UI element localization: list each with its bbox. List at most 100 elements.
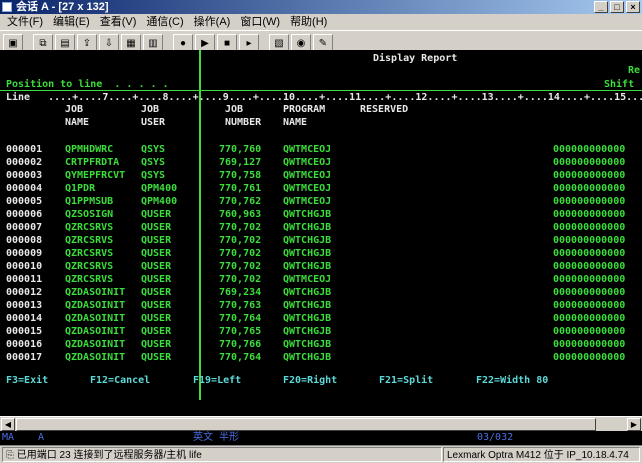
- col-header-reserved: RESERVED: [360, 104, 409, 115]
- col-header-job-name-1: JOB: [65, 104, 84, 115]
- row-line-number: 000011: [6, 274, 43, 285]
- row-reserved-data: 000000000000: [553, 313, 626, 324]
- fkey-f21[interactable]: F21=Split: [379, 375, 433, 387]
- row-program-name: QWTCHGJB: [283, 248, 332, 259]
- row-job-name: QZDASOINIT: [65, 313, 126, 324]
- fkey-f19[interactable]: F19=Left: [193, 375, 241, 387]
- fkey-f20[interactable]: F20=Right: [283, 375, 337, 387]
- row-program-name: QWTMCEOJ: [283, 170, 332, 181]
- row-job-number: 769,234: [219, 287, 262, 298]
- fkey-f3[interactable]: F3=Exit: [6, 375, 48, 387]
- col-header-program-1: PROGRAM: [283, 104, 326, 115]
- row-job-name: QZDASOINIT: [65, 300, 126, 311]
- row-reserved-data: 000000000000: [553, 287, 626, 298]
- menu-help[interactable]: 帮助(H): [285, 14, 332, 30]
- row-reserved-data: 000000000000: [553, 157, 626, 168]
- row-line-number: 000006: [6, 209, 43, 220]
- row-job-user: QUSER: [141, 326, 172, 337]
- row-job-number: 770,702: [219, 261, 262, 272]
- status-bar: ⎘ 已用端口 23 连接到了远程服务器/主机 life Lexmark Optr…: [0, 445, 642, 463]
- row-line-number: 000012: [6, 287, 43, 298]
- row-reserved-data: 000000000000: [553, 196, 626, 207]
- row-reserved-data: 000000000000: [553, 261, 626, 272]
- row-job-name: QZDASOINIT: [65, 339, 126, 350]
- menu-file[interactable]: 文件(F): [2, 14, 48, 30]
- row-job-number: 770,762: [219, 196, 262, 207]
- row-program-name: QWTCHGJB: [283, 287, 332, 298]
- terminal-screen[interactable]: Display Report Re Position to line . . .…: [0, 50, 642, 416]
- row-job-name: CRTPFRDTA: [65, 157, 120, 168]
- row-reserved-data: 000000000000: [553, 144, 626, 155]
- row-job-number: 770,761: [219, 183, 262, 194]
- status-message: 已用端口 23 连接到了远程服务器/主机 life: [16, 450, 202, 461]
- row-job-user: QSYS: [141, 170, 166, 181]
- row-line-number: 000016: [6, 339, 43, 350]
- row-job-name: QZRCSRVS: [65, 261, 114, 272]
- row-program-name: QWTCHGJB: [283, 339, 332, 350]
- row-job-name: QZRCSRVS: [65, 248, 114, 259]
- oia-mode: A: [38, 432, 45, 443]
- row-job-user: QUSER: [141, 235, 172, 246]
- row-reserved-data: 000000000000: [553, 274, 626, 285]
- row-line-number: 000003: [6, 170, 43, 181]
- col-header-program-2: NAME: [283, 117, 308, 128]
- row-job-user: QUSER: [141, 261, 172, 272]
- row-line-number: 000004: [6, 183, 43, 194]
- oia-ma: MA: [2, 432, 15, 443]
- row-line-number: 000017: [6, 352, 43, 363]
- close-button[interactable]: ×: [626, 1, 640, 13]
- row-reserved-data: 000000000000: [553, 235, 626, 246]
- row-line-number: 000009: [6, 248, 43, 259]
- menu-actions[interactable]: 操作(A): [189, 14, 236, 30]
- report-title-right: Re: [628, 65, 641, 76]
- row-job-number: 770,702: [219, 222, 262, 233]
- fkey-f12[interactable]: F12=Cancel: [90, 375, 150, 387]
- menu-edit[interactable]: 编辑(E): [48, 14, 95, 30]
- row-reserved-data: 000000000000: [553, 209, 626, 220]
- row-line-number: 000010: [6, 261, 43, 272]
- col-header-job-number-2: NUMBER: [225, 117, 262, 128]
- row-program-name: QWTCHGJB: [283, 235, 332, 246]
- row-job-number: 770,764: [219, 352, 262, 363]
- row-job-user: QUSER: [141, 352, 172, 363]
- row-line-number: 000007: [6, 222, 43, 233]
- menu-view[interactable]: 查看(V): [95, 14, 142, 30]
- horizontal-scrollbar[interactable]: ◀ ▶: [0, 416, 642, 431]
- menu-window[interactable]: 窗口(W): [235, 14, 285, 30]
- row-job-number: 770,758: [219, 170, 262, 181]
- row-line-number: 000013: [6, 300, 43, 311]
- app-icon: [2, 2, 12, 12]
- row-job-number: 770,765: [219, 326, 262, 337]
- row-job-name: Q1PPMSUB: [65, 196, 114, 207]
- row-job-name: Q1PDR: [65, 183, 96, 194]
- row-reserved-data: 000000000000: [553, 248, 626, 259]
- row-job-user: QUSER: [141, 209, 172, 220]
- row-job-user: QUSER: [141, 300, 172, 311]
- row-job-name: QYMEPFRCVT: [65, 170, 126, 181]
- row-reserved-data: 000000000000: [553, 352, 626, 363]
- row-job-name: QZRCSRVS: [65, 222, 114, 233]
- row-reserved-data: 000000000000: [553, 339, 626, 350]
- fkey-f22[interactable]: F22=Width 80: [476, 375, 548, 387]
- maximize-button[interactable]: □: [610, 1, 624, 13]
- scroll-left-icon[interactable]: ◀: [1, 418, 15, 431]
- row-line-number: 000001: [6, 144, 43, 155]
- row-reserved-data: 000000000000: [553, 183, 626, 194]
- row-job-number: 770,702: [219, 274, 262, 285]
- scroll-thumb[interactable]: [16, 418, 596, 431]
- row-job-user: QUSER: [141, 339, 172, 350]
- row-job-name: QZRCSRVS: [65, 274, 114, 285]
- menu-communication[interactable]: 通信(C): [141, 14, 188, 30]
- row-program-name: QWTMCEOJ: [283, 157, 332, 168]
- row-job-user: QUSER: [141, 274, 172, 285]
- row-reserved-data: 000000000000: [553, 300, 626, 311]
- row-program-name: QWTCHGJB: [283, 261, 332, 272]
- col-header-job-name-2: NAME: [65, 117, 90, 128]
- row-program-name: QWTCHGJB: [283, 313, 332, 324]
- minimize-button[interactable]: _: [594, 1, 608, 13]
- row-reserved-data: 000000000000: [553, 170, 626, 181]
- scroll-right-icon[interactable]: ▶: [627, 418, 641, 431]
- row-job-number: 760,963: [219, 209, 262, 220]
- row-job-name: QZDASOINIT: [65, 287, 126, 298]
- row-line-number: 000005: [6, 196, 43, 207]
